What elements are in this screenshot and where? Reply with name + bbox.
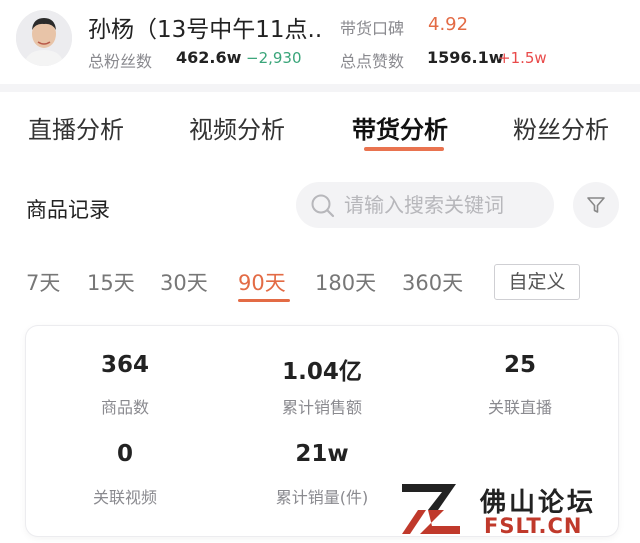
anchor-name: 孙杨（13号中午11点..: [88, 17, 323, 43]
total-sales-volume-label: 累计销量(件): [275, 488, 369, 507]
search-box[interactable]: [296, 182, 554, 228]
site-watermark: 佛山论坛 FSLT.CN: [398, 476, 634, 540]
analysis-tabs: 直播分析 视频分析 带货分析 粉丝分析: [0, 92, 640, 158]
filter-button[interactable]: [573, 182, 619, 228]
total-fans-label: 总粉丝数: [88, 52, 153, 71]
total-fans-value: 462.6w: [176, 48, 242, 67]
tab-video-analysis[interactable]: 视频分析: [189, 110, 285, 145]
anchor-header: 孙杨（13号中午11点.. 带货口碑 4.92 总粉丝数 462.6w −2,9…: [0, 0, 640, 84]
total-likes-label: 总点赞数: [340, 52, 405, 71]
total-likes-value: 1596.1w: [427, 48, 504, 67]
app-screen: 孙杨（13号中午11点.. 带货口碑 4.92 总粉丝数 462.6w −2,9…: [0, 0, 640, 543]
total-fans-delta: −2,930: [246, 49, 302, 67]
product-count-value: 364: [100, 352, 149, 378]
avatar[interactable]: [16, 10, 72, 66]
filter-icon: [587, 197, 605, 213]
range-180-days[interactable]: 180天: [315, 267, 376, 297]
section-title: 商品记录: [26, 198, 110, 222]
total-sales-amount-label: 累计销售额: [281, 398, 362, 417]
tab-live-analysis[interactable]: 直播分析: [28, 110, 124, 145]
linked-video-count-value: 0: [116, 441, 133, 467]
tab-sales-analysis[interactable]: 带货分析: [352, 110, 448, 145]
linked-video-count-label: 关联视频: [92, 488, 157, 507]
search-icon: [311, 194, 335, 218]
range-90-days[interactable]: 90天: [238, 267, 286, 297]
total-sales-amount-value: 1.04亿: [282, 359, 362, 385]
range-30-days[interactable]: 30天: [160, 267, 208, 297]
custom-range-button[interactable]: 自定义: [494, 264, 580, 300]
tab-fans-analysis[interactable]: 粉丝分析: [513, 110, 609, 145]
active-tab-indicator: [364, 147, 444, 151]
total-likes-delta: +1.5w: [498, 49, 547, 67]
product-count-label: 商品数: [100, 398, 149, 417]
range-15-days[interactable]: 15天: [87, 267, 135, 297]
range-360-days[interactable]: 360天: [402, 267, 463, 297]
total-sales-volume-value: 21w: [295, 441, 349, 467]
watermark-site-domain: FSLT.CN: [484, 514, 583, 538]
active-range-indicator: [238, 299, 290, 302]
linked-live-count-value: 25: [503, 352, 536, 378]
reputation-label: 带货口碑: [340, 19, 405, 38]
range-7-days[interactable]: 7天: [26, 267, 60, 297]
forum-logo-icon: [402, 484, 460, 534]
linked-live-count-label: 关联直播: [487, 398, 552, 417]
avatar-portrait-icon: [16, 10, 72, 66]
reputation-score: 4.92: [428, 14, 469, 35]
search-input[interactable]: [344, 182, 544, 228]
